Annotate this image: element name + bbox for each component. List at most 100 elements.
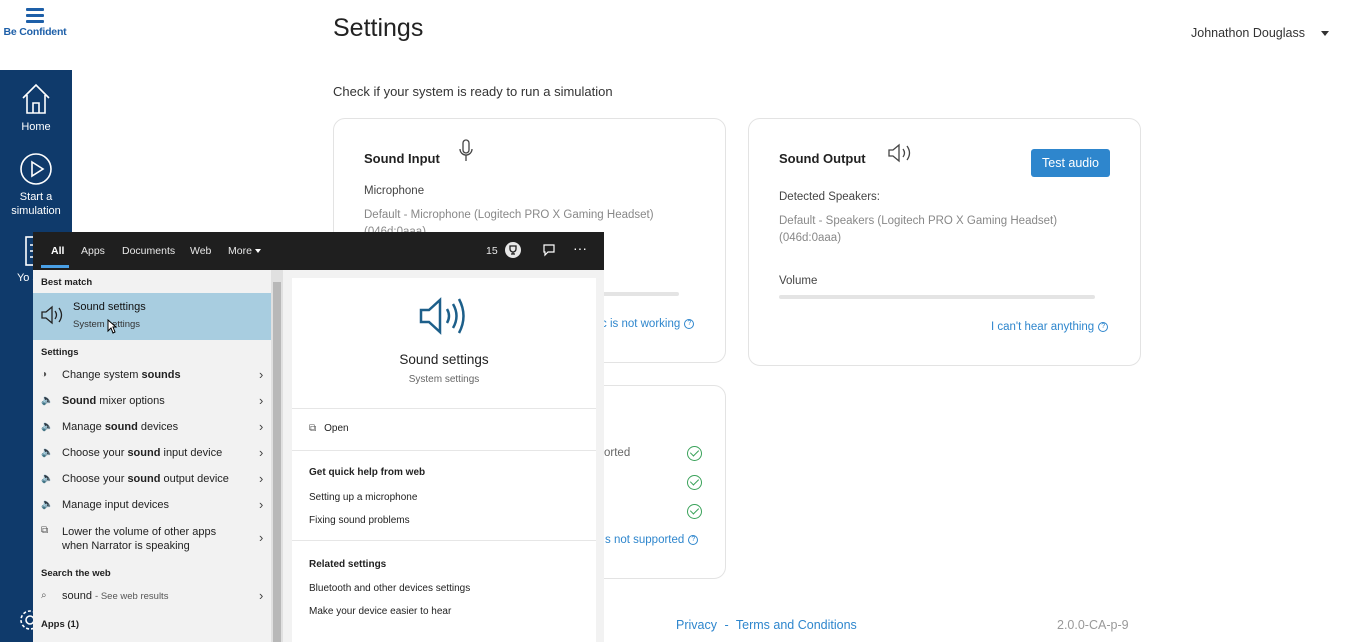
- chevron-right-icon: ›: [259, 393, 264, 408]
- help-icon: ?: [688, 535, 699, 545]
- best-match-item[interactable]: Sound settings System settings: [33, 293, 271, 340]
- result-web-search[interactable]: ⌕ sound - See web results ›: [33, 584, 271, 610]
- microphone-icon: [459, 139, 473, 161]
- help-icon: ?: [684, 319, 695, 329]
- test-audio-button[interactable]: Test audio: [1031, 149, 1110, 177]
- scrollbar-thumb[interactable]: [273, 282, 281, 642]
- more-options-icon[interactable]: ···: [573, 240, 587, 256]
- sidebar-item-label: Start a simulation: [11, 191, 61, 217]
- active-tab-indicator: [41, 265, 69, 268]
- result-manage-sound-devices[interactable]: 🔈 Manage sound devices ›: [33, 415, 271, 441]
- chevron-down-icon: [254, 249, 261, 254]
- terms-link[interactable]: Terms and Conditions: [736, 618, 857, 632]
- preview-open-action[interactable]: ⧉ Open: [309, 423, 349, 434]
- result-label: Manage input devices: [62, 499, 170, 511]
- speaker-icon: 🔈: [41, 447, 54, 458]
- chevron-right-icon: ›: [259, 530, 264, 545]
- logo-text: Be Confident: [3, 26, 67, 38]
- label-part: input device: [160, 447, 223, 459]
- chevron-right-icon: ›: [259, 497, 264, 512]
- open-label: Open: [324, 423, 349, 434]
- device-line: (046d:0aaa): [779, 232, 842, 244]
- label-part: Change system: [62, 369, 142, 381]
- user-name: Johnathon Douglass: [1191, 26, 1305, 40]
- result-narrator-volume[interactable]: ⧉ Lower the volume of other apps when Na…: [33, 519, 271, 559]
- rewards-points: 15: [486, 245, 498, 257]
- chevron-right-icon: ›: [259, 588, 264, 603]
- windows-search-panel: All Apps Documents Web More 15 ··· Best …: [33, 232, 604, 642]
- search-icon: ⌕: [41, 590, 47, 601]
- results-scrollbar[interactable]: [271, 270, 283, 642]
- preview-subtitle: System settings: [408, 374, 480, 385]
- check-icon: [687, 446, 702, 461]
- chevron-right-icon: ›: [259, 419, 264, 434]
- mouse-cursor-icon: [107, 319, 117, 334]
- quick-help-link[interactable]: Setting up a microphone: [309, 492, 417, 503]
- search-results-list: Best match Sound settings System setting…: [33, 270, 284, 642]
- home-icon: [22, 83, 50, 114]
- related-settings-link[interactable]: Make your device easier to hear: [309, 606, 451, 617]
- cant-hear-link[interactable]: I can't hear anything ?: [991, 321, 1109, 333]
- volume-label: Volume: [779, 275, 818, 287]
- tab-documents[interactable]: Documents: [122, 245, 175, 257]
- help-link-text: s not supported: [605, 534, 685, 546]
- result-change-system-sounds[interactable]: ◑ Change system sounds ›: [33, 363, 271, 389]
- compat-row-text: orted: [604, 447, 631, 459]
- divider: [292, 540, 596, 541]
- result-choose-output-device[interactable]: 🔈 Choose your sound output device ›: [33, 467, 271, 493]
- result-sound-mixer-options[interactable]: 🔈 Sound mixer options ›: [33, 389, 271, 415]
- search-tabs-bar: All Apps Documents Web More 15 ···: [33, 232, 604, 270]
- divider: [292, 408, 596, 409]
- trophy-icon[interactable]: [504, 241, 522, 259]
- logo-bars-icon: [0, 8, 70, 23]
- label-part: Choose your: [62, 473, 128, 485]
- play-icon: [20, 153, 52, 185]
- feedback-icon[interactable]: [542, 243, 556, 257]
- chevron-right-icon: ›: [259, 445, 264, 460]
- tab-apps[interactable]: Apps: [81, 245, 105, 257]
- label-part: mixer options: [96, 395, 165, 407]
- tab-all[interactable]: All: [51, 245, 64, 257]
- speaker-device: Default - Speakers (Logitech PRO X Gamin…: [779, 213, 1057, 247]
- label-part: Manage: [62, 421, 105, 433]
- result-label: Manage sound devices: [62, 421, 178, 433]
- speaker-icon: [419, 297, 465, 335]
- mic-not-working-link[interactable]: c is not working ?: [601, 318, 695, 330]
- label-highlight: Sound: [62, 395, 97, 407]
- result-manage-input-devices[interactable]: 🔈 Manage input devices ›: [33, 493, 271, 519]
- microphone-label: Microphone: [364, 185, 425, 197]
- speaker-icon: 🔈: [41, 499, 54, 510]
- label-part: Choose your: [62, 447, 128, 459]
- volume-slider[interactable]: [779, 295, 1095, 299]
- label-part: when Narrator is speaking: [62, 540, 190, 552]
- best-match-title: Sound settings: [73, 301, 146, 313]
- caret-down-icon: [1320, 30, 1329, 36]
- user-menu[interactable]: Johnathon Douglass: [1191, 26, 1329, 40]
- web-query: sound: [62, 590, 92, 602]
- privacy-link[interactable]: Privacy: [676, 618, 717, 632]
- result-choose-input-device[interactable]: 🔈 Choose your sound input device ›: [33, 441, 271, 467]
- chevron-right-icon: ›: [259, 471, 264, 486]
- narrator-icon: ⧉: [41, 525, 49, 536]
- tab-web[interactable]: Web: [190, 245, 211, 257]
- tab-more-label: More: [228, 245, 252, 257]
- divider: [292, 450, 596, 451]
- help-link-text: I can't hear anything: [991, 321, 1095, 333]
- not-supported-link[interactable]: s not supported ?: [605, 534, 699, 546]
- sidebar-item-home[interactable]: Home: [0, 82, 72, 134]
- open-icon: ⧉: [309, 423, 317, 434]
- quick-help-link[interactable]: Fixing sound problems: [309, 515, 410, 526]
- label-highlight: sounds: [141, 369, 181, 381]
- tab-more[interactable]: More: [228, 245, 261, 257]
- label-part: Lower the volume of other apps: [62, 526, 217, 538]
- related-settings-header: Related settings: [309, 559, 387, 570]
- result-label: Change system sounds: [62, 369, 181, 381]
- help-icon: ?: [1098, 322, 1109, 332]
- sidebar-item-start-simulation[interactable]: Start a simulation: [0, 152, 72, 218]
- sidebar-item-label: Home: [21, 121, 51, 133]
- related-settings-link[interactable]: Bluetooth and other devices settings: [309, 583, 470, 594]
- app-logo[interactable]: Be Confident: [0, 8, 70, 38]
- apps-header: Apps (1): [41, 619, 79, 630]
- chevron-right-icon: ›: [259, 367, 264, 382]
- label-highlight: sound: [104, 421, 138, 433]
